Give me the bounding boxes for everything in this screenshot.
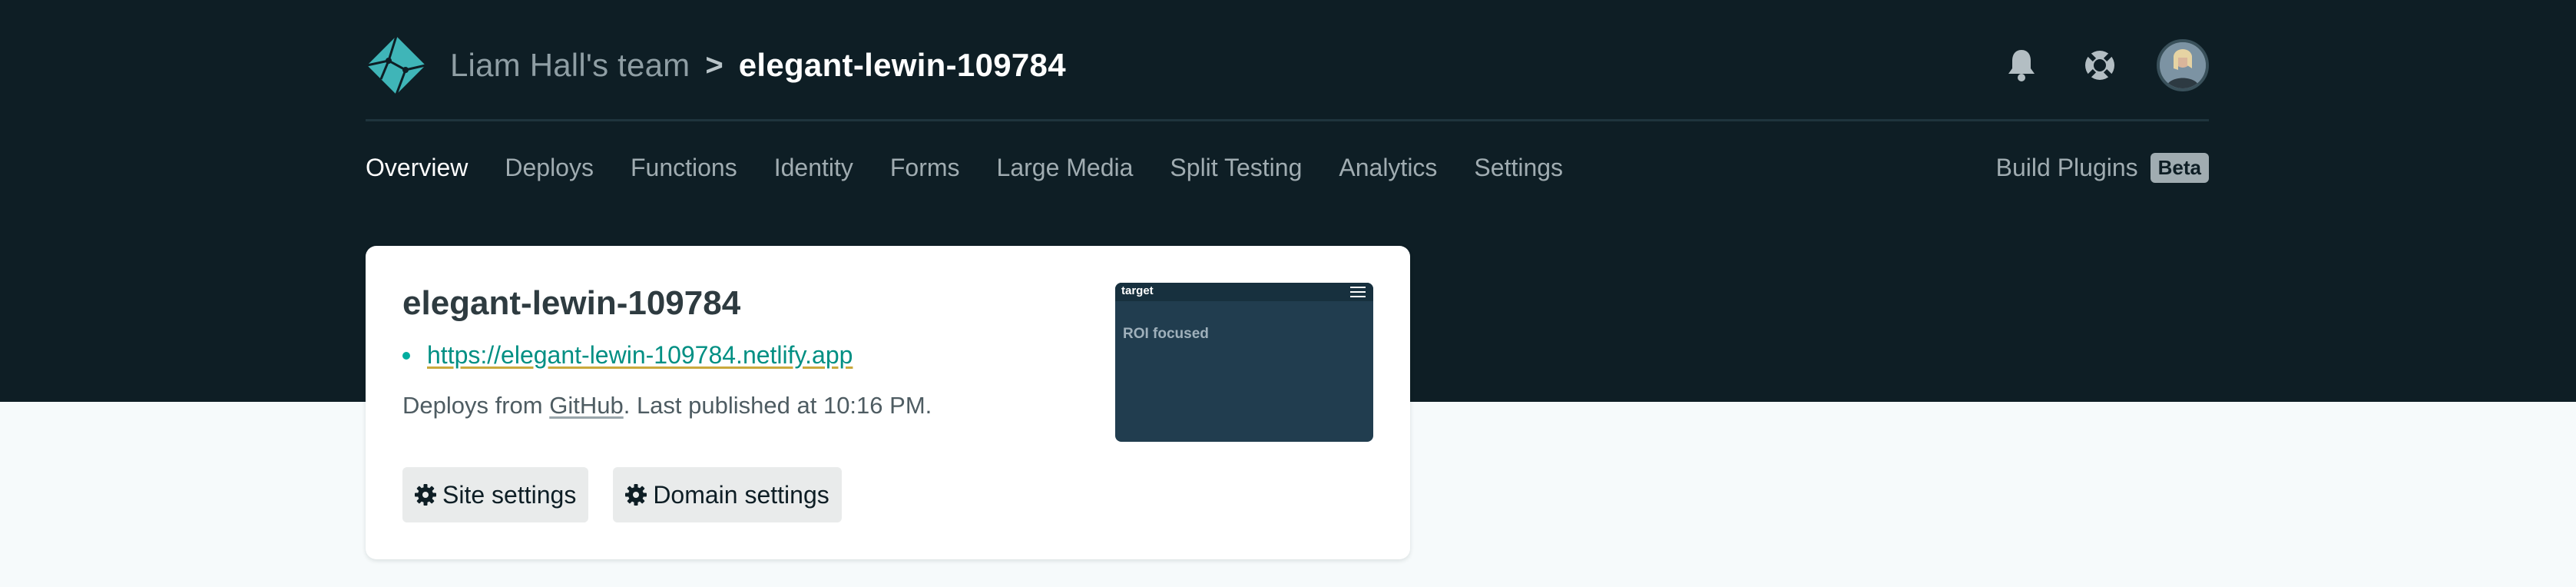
site-url-row: https://elegant-lewin-109784.netlify.app — [402, 341, 853, 370]
deploy-suffix: . Last published at 10:16 PM. — [623, 392, 932, 419]
nav-tab-build-plugins[interactable]: Build Plugins — [1996, 154, 2138, 182]
url-bullet — [402, 351, 410, 360]
help-lifebuoy-icon[interactable] — [2078, 44, 2121, 87]
card-actions: Site settings Domain settings — [402, 467, 842, 522]
netlify-logo-icon[interactable] — [366, 35, 427, 96]
domain-settings-label: Domain settings — [653, 480, 829, 509]
site-settings-label: Site settings — [442, 480, 577, 509]
nav-tab-identity[interactable]: Identity — [774, 154, 853, 182]
github-link[interactable]: GitHub — [549, 392, 623, 419]
nav-tab-large-media[interactable]: Large Media — [997, 154, 1134, 182]
site-url-link[interactable]: https://elegant-lewin-109784.netlify.app — [427, 341, 853, 370]
thumbnail-logo-text: target — [1121, 284, 1154, 297]
breadcrumb-team[interactable]: Liam Hall's team — [450, 47, 690, 84]
thumbnail-navbar — [1115, 283, 1373, 301]
beta-badge: Beta — [2150, 152, 2209, 183]
deploy-prefix: Deploys from — [402, 392, 550, 419]
netlify-site-overview-page: Liam Hall's team > elegant-lewin-109784 — [0, 0, 2576, 587]
deploy-info: Deploys from GitHub. Last published at 1… — [402, 392, 932, 420]
nav-tab-split-testing[interactable]: Split Testing — [1170, 154, 1302, 182]
site-overview-card: elegant-lewin-109784 https://elegant-lew… — [366, 246, 1410, 559]
nav-tab-forms[interactable]: Forms — [890, 154, 960, 182]
user-avatar[interactable] — [2157, 39, 2209, 91]
nav-tab-analytics[interactable]: Analytics — [1339, 154, 1437, 182]
breadcrumb-site[interactable]: elegant-lewin-109784 — [739, 47, 1066, 84]
gear-icon — [415, 484, 436, 506]
gear-icon — [625, 484, 647, 506]
nav-tab-overview[interactable]: Overview — [366, 154, 468, 182]
site-nav: Overview Deploys Functions Identity Form… — [366, 146, 2209, 189]
nav-tab-functions[interactable]: Functions — [631, 154, 737, 182]
site-settings-button[interactable]: Site settings — [402, 467, 589, 522]
notification-bell-icon[interactable] — [2000, 44, 2043, 87]
header-divider — [366, 119, 2209, 121]
nav-tab-deploys[interactable]: Deploys — [505, 154, 594, 182]
build-plugins-link[interactable]: Build Plugins Beta — [1996, 146, 2209, 189]
site-title: elegant-lewin-109784 — [402, 284, 741, 322]
top-bar: Liam Hall's team > elegant-lewin-109784 — [366, 31, 2209, 100]
domain-settings-button[interactable]: Domain settings — [613, 467, 842, 522]
top-icons — [2000, 31, 2209, 100]
main-container: Liam Hall's team > elegant-lewin-109784 — [366, 0, 2209, 587]
site-preview-thumbnail[interactable]: target ROI focused — [1115, 283, 1373, 442]
hamburger-menu-icon — [1350, 287, 1366, 297]
breadcrumb-separator: > — [705, 48, 723, 82]
nav-tab-settings[interactable]: Settings — [1474, 154, 1563, 182]
thumbnail-hero-text: ROI focused — [1123, 326, 1209, 342]
